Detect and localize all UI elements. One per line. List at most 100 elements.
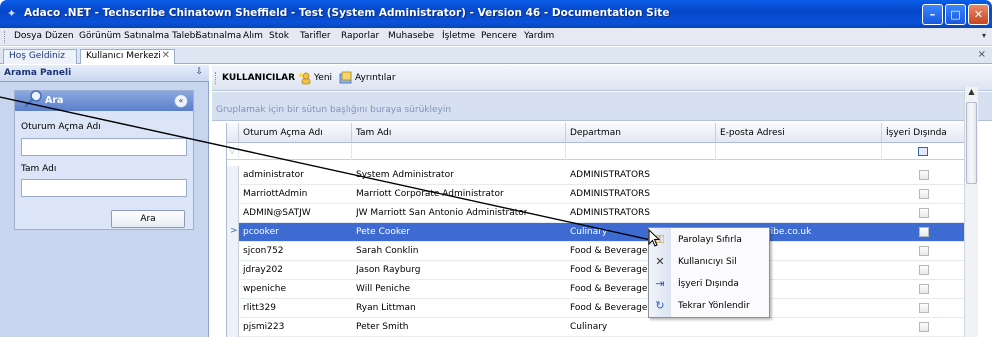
close-button[interactable]: ✕ [968, 4, 989, 25]
menu-item-delete-user[interactable]: ✕ Kullanıcıyı Sil [649, 252, 769, 273]
cell-login: administrator [243, 170, 304, 180]
cell-full-name: Ryan Littman [356, 303, 416, 313]
out-of-office-checkbox[interactable] [919, 170, 929, 180]
column-header-out-of-office[interactable]: İşyeri Dışında [882, 123, 965, 143]
cell-login: jdray202 [243, 265, 283, 275]
filter-email[interactable] [716, 143, 882, 160]
maximize-button[interactable]: □ [945, 4, 966, 25]
search-button[interactable]: Ara [111, 210, 185, 228]
close-document-icon[interactable]: × [978, 49, 986, 60]
search-panel: Arama Paneli ⇩ Ara « Oturum Açma Adı Tam… [0, 65, 209, 337]
out-of-office-checkbox[interactable] [919, 227, 929, 237]
new-button[interactable]: Yeni [314, 73, 332, 83]
collapse-icon[interactable]: « [174, 94, 188, 108]
column-header-login[interactable]: Oturum Açma Adı [239, 123, 352, 143]
full-name-input[interactable] [21, 179, 187, 197]
menu-isletme[interactable]: İşletme [442, 31, 475, 41]
menu-overflow-icon[interactable]: ▾ [982, 31, 986, 40]
magnifier-icon [24, 90, 42, 108]
table-row[interactable]: pjsmi223 Peter Smith Culinary [227, 318, 965, 337]
menu-item-label: Tekrar Yönlendir [678, 301, 750, 311]
out-of-office-checkbox[interactable] [919, 303, 929, 313]
menu-stok[interactable]: Stok [269, 31, 289, 41]
redirect-icon: ↻ [655, 299, 665, 312]
out-of-office-checkbox[interactable] [919, 322, 929, 332]
out-of-office-icon: ⇥ [655, 277, 665, 290]
table-row[interactable]: rlitt329 Ryan Littman Food & Beverage [227, 299, 965, 318]
filter-out-of-office[interactable] [882, 143, 965, 160]
group-by-area[interactable]: Gruplamak için bir sütun başlığını buray… [212, 92, 992, 121]
details-button[interactable]: Ayrıntılar [355, 73, 396, 83]
login-name-input[interactable] [21, 138, 187, 156]
users-panel: KULLANICILAR Yeni Ayrıntılar Gruplamak i… [212, 65, 992, 337]
tab-user-center-label: Kullanıcı Merkezi [86, 51, 161, 61]
window-title: Adaco .NET - Techscribe Chinatown Sheffi… [24, 7, 670, 19]
cell-login: rlitt329 [243, 303, 276, 313]
cell-department: Food & Beverage [570, 303, 648, 313]
row-indicator-header [227, 123, 239, 143]
menu-muhasebe[interactable]: Muhasebe [388, 31, 434, 41]
menu-item-redirect[interactable]: ↻ Tekrar Yönlendir [649, 296, 769, 317]
out-of-office-checkbox[interactable] [919, 284, 929, 294]
filter-row: ▽ [227, 143, 965, 160]
menu-satinalma[interactable]: Satınalma [196, 31, 241, 41]
document-tab-strip: Hoş Geldiniz Kullanıcı Merkezi ✕ × [0, 47, 992, 64]
menu-item-out-of-office[interactable]: ⇥ İşyeri Dışında [649, 274, 769, 295]
tab-welcome[interactable]: Hoş Geldiniz [3, 49, 77, 64]
menu-grip[interactable] [4, 31, 7, 43]
column-header-full-name[interactable]: Tam Adı [352, 123, 566, 143]
toolbar-grip[interactable] [215, 72, 218, 84]
table-row-selected[interactable]: > pcooker Pete Cooker Culinary ...@techs… [227, 223, 965, 242]
out-of-office-checkbox[interactable] [919, 246, 929, 256]
table-row[interactable]: jdray202 Jason Rayburg Food & Beverage [227, 261, 965, 280]
row-indicator: > [227, 223, 239, 242]
row-indicator [227, 299, 239, 318]
users-title: KULLANICILAR [222, 73, 296, 83]
minimize-button[interactable]: – [922, 4, 943, 25]
table-row[interactable]: MarriottAdmin Marriott Corporate Adminis… [227, 185, 965, 204]
menu-gorunum[interactable]: Görünüm [79, 31, 121, 41]
context-menu: ⚿ Parolayı Sıfırla ✕ Kullanıcıyı Sil ⇥ İ… [648, 227, 770, 318]
out-of-office-checkbox[interactable] [919, 265, 929, 275]
app-icon: ✦ [7, 7, 17, 20]
menu-yardim[interactable]: Yardım [524, 31, 554, 41]
table-row[interactable]: sjcon752 Sarah Conklin Food & Beverage [227, 242, 965, 261]
cell-full-name: System Administrator [356, 170, 454, 180]
filter-full-name[interactable] [352, 143, 566, 160]
out-of-office-checkbox[interactable] [919, 208, 929, 218]
menu-satinalma-talebi[interactable]: Satınalma Talebi [124, 31, 198, 41]
users-grid: Oturum Açma Adı Tam Adı Departman E-post… [226, 123, 978, 337]
table-row[interactable]: administrator System Administrator ADMIN… [227, 166, 965, 185]
menu-item-reset-password[interactable]: ⚿ Parolayı Sıfırla [649, 230, 769, 251]
scroll-thumb[interactable] [966, 102, 977, 184]
users-toolbar: KULLANICILAR Yeni Ayrıntılar [212, 65, 992, 91]
out-of-office-checkbox[interactable] [919, 189, 929, 199]
row-indicator [227, 318, 239, 337]
menu-dosya[interactable]: Dosya [14, 31, 42, 41]
menu-tarifler[interactable]: Tarifler [300, 31, 331, 41]
row-indicator [227, 204, 239, 223]
filter-checkbox[interactable] [918, 147, 928, 156]
menu-raporlar[interactable]: Raporlar [341, 31, 379, 41]
search-box-header[interactable]: Ara « [15, 90, 193, 111]
filter-login[interactable] [239, 143, 352, 160]
pin-icon[interactable]: ⇩ [195, 67, 203, 77]
row-indicator [227, 185, 239, 204]
new-user-icon[interactable] [298, 71, 312, 85]
menu-pencere[interactable]: Pencere [481, 31, 517, 41]
menu-duzen[interactable]: Düzen [45, 31, 74, 41]
details-icon[interactable] [339, 71, 353, 85]
column-header-department[interactable]: Departman [566, 123, 716, 143]
tab-user-center[interactable]: Kullanıcı Merkezi ✕ [80, 49, 175, 64]
table-row[interactable]: ADMIN@SATJW JW Marriott San Antonio Admi… [227, 204, 965, 223]
filter-department[interactable] [566, 143, 716, 160]
column-header-email[interactable]: E-posta Adresi [716, 123, 882, 143]
cell-login: pcooker [243, 227, 279, 237]
table-row[interactable]: wpeniche Will Peniche Food & Beverage [227, 280, 965, 299]
row-indicator [227, 280, 239, 299]
scroll-up-icon[interactable]: ▲ [965, 87, 978, 101]
vertical-scrollbar[interactable]: ▲ [964, 87, 978, 337]
tab-close-icon[interactable]: ✕ [162, 50, 170, 61]
menu-alim[interactable]: Alım [243, 31, 263, 41]
menu-item-label: Parolayı Sıfırla [678, 235, 742, 245]
